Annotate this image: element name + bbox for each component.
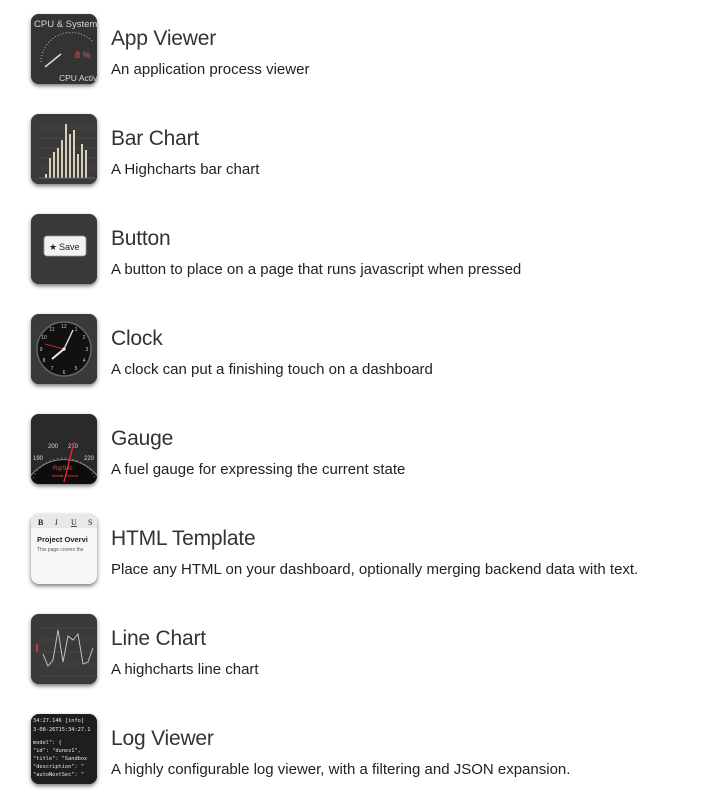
widget-title: Line Chart (111, 627, 206, 650)
svg-text:2: 2 (83, 335, 86, 341)
html-template-thumbnail-icon: B I U S Project Overvi This page covers … (31, 514, 97, 584)
bar-chart-thumbnail-icon (31, 114, 97, 184)
widget-title: Log Viewer (111, 727, 214, 750)
widget-description: A Highcharts bar chart (111, 161, 260, 178)
strikethrough-icon: S (88, 518, 92, 527)
svg-text:7: 7 (51, 366, 54, 372)
app-viewer-footer: CPU Activity (59, 73, 97, 83)
log-line: "autoNextSec": " (33, 772, 84, 778)
svg-text:6: 6 (63, 370, 66, 376)
log-line: "description": " (33, 764, 84, 770)
widget-item-app-viewer[interactable]: CPU & System 8 % CPU Activity App Viewer… (0, 0, 720, 100)
widget-title: HTML Template (111, 527, 256, 550)
clock-thumbnail-icon: 12 1 2 345 678 9 10 11 (31, 314, 97, 384)
widget-description: An application process viewer (111, 61, 310, 78)
template-heading: Project Overvi (37, 535, 88, 544)
log-line: "id": "dunes1", (33, 748, 81, 754)
widget-item-line-chart[interactable]: Line Chart A highcharts line chart (0, 600, 720, 700)
app-viewer-thumbnail-icon: CPU & System 8 % CPU Activity (31, 14, 97, 84)
widget-description: Place any HTML on your dashboard, option… (111, 561, 639, 578)
app-viewer-value: 8 % (75, 50, 91, 60)
gauge-tick: 190 (33, 456, 44, 462)
widget-list: CPU & System 8 % CPU Activity App Viewer… (0, 0, 720, 808)
widget-item-log-viewer[interactable]: 34:27.146 [info] 3-08-26T15:34:27.1 mode… (0, 700, 720, 800)
widget-title: Button (111, 227, 171, 250)
log-line: 3-08-26T15:34:27.1 (33, 727, 90, 733)
log-line: model": { (33, 740, 62, 746)
gauge-sub: Mobile Service (52, 473, 79, 478)
template-body: This page covers the (37, 547, 84, 553)
svg-text:3: 3 (86, 347, 89, 353)
widget-item-button[interactable]: ★ Save Button A button to place on a pag… (0, 200, 720, 300)
widget-title: Clock (111, 327, 163, 350)
widget-description: A highcharts line chart (111, 661, 259, 678)
underline-icon: U (71, 518, 77, 527)
widget-item-gauge[interactable]: 190 200 210 220 Rq/Sec Mobile Service Ga… (0, 400, 720, 500)
log-viewer-thumbnail-icon: 34:27.146 [info] 3-08-26T15:34:27.1 mode… (31, 714, 97, 784)
gauge-unit: Rq/Sec (53, 466, 73, 472)
button-thumbnail-icon: ★ Save (31, 214, 97, 284)
svg-text:8: 8 (43, 358, 46, 364)
svg-text:11: 11 (49, 327, 54, 333)
widget-item-bar-chart[interactable]: Bar Chart A Highcharts bar chart (0, 100, 720, 200)
app-viewer-header: CPU & System (34, 19, 97, 30)
bold-icon: B (38, 518, 44, 527)
widget-title: Gauge (111, 427, 174, 450)
widget-title: App Viewer (111, 27, 217, 50)
italic-icon: I (54, 518, 58, 527)
svg-text:1: 1 (75, 327, 78, 333)
gauge-tick: 220 (84, 456, 95, 462)
widget-item-html-template[interactable]: B I U S Project Overvi This page covers … (0, 500, 720, 600)
svg-text:4: 4 (83, 358, 86, 364)
widget-description: A fuel gauge for expressing the current … (111, 461, 406, 478)
gauge-tick: 200 (48, 444, 59, 450)
log-line: "title": "Sandbox (33, 756, 87, 762)
widget-description: A highly configurable log viewer, with a… (111, 761, 571, 778)
widget-description: A button to place on a page that runs ja… (111, 261, 522, 278)
svg-text:5: 5 (75, 366, 78, 372)
widget-title: Bar Chart (111, 127, 200, 150)
log-line: 34:27.146 [info] (33, 718, 84, 724)
line-chart-thumbnail-icon (31, 614, 97, 684)
svg-text:10: 10 (41, 335, 47, 341)
svg-text:12: 12 (61, 324, 67, 330)
svg-text:9: 9 (40, 347, 43, 353)
widget-description: A clock can put a finishing touch on a d… (111, 361, 433, 378)
svg-text:★: ★ (49, 243, 57, 253)
gauge-thumbnail-icon: 190 200 210 220 Rq/Sec Mobile Service (31, 414, 97, 484)
save-button-label: Save (59, 242, 80, 252)
widget-item-clock[interactable]: 12 1 2 345 678 9 10 11 Clock A clock can put… (0, 300, 720, 400)
